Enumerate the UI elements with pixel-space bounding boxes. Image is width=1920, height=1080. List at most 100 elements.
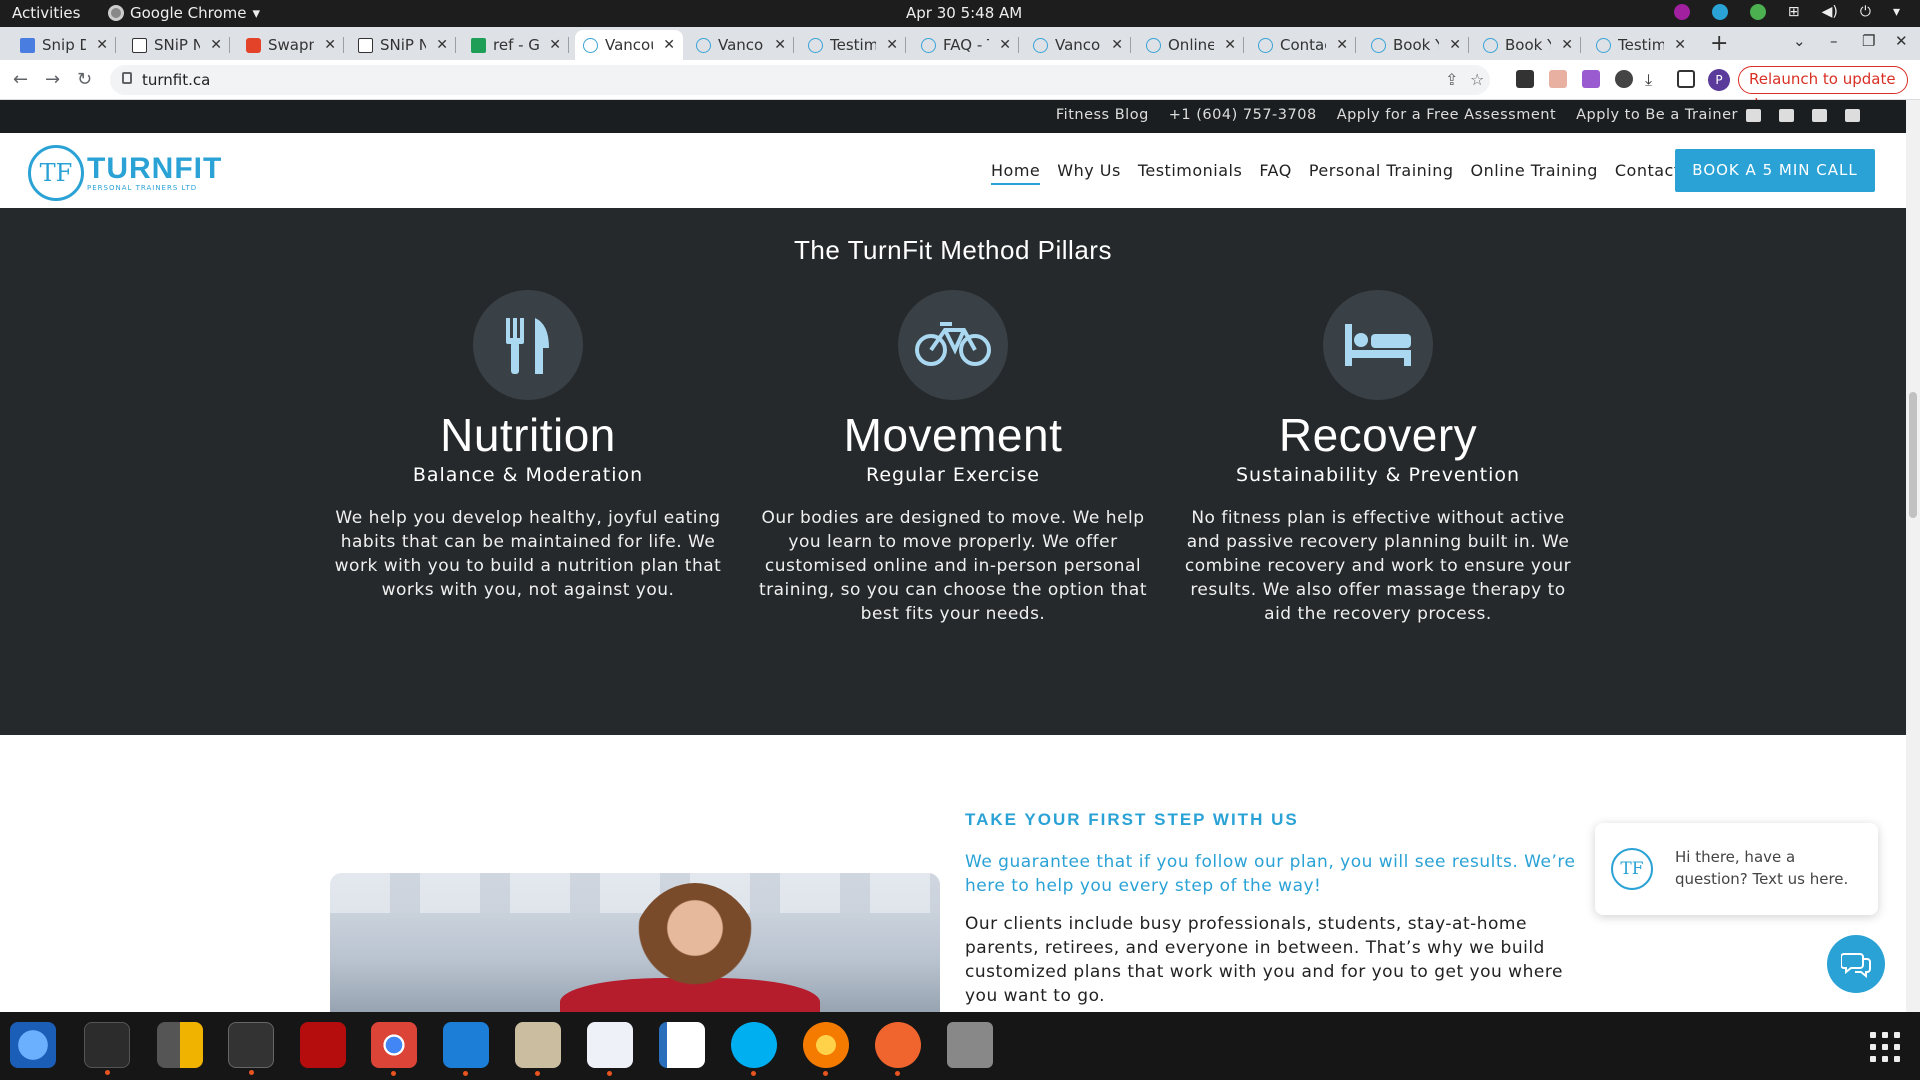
close-icon[interactable]: ✕ (1561, 37, 1573, 53)
nav-online-training[interactable]: Online Training (1471, 161, 1598, 185)
tab[interactable]: SNiP N ✕ (124, 30, 230, 60)
tab[interactable]: ref - Go ✕ (463, 30, 569, 60)
lock-icon[interactable] (122, 72, 132, 84)
check-icon[interactable] (1749, 4, 1766, 20)
disk-icon[interactable] (947, 1022, 993, 1068)
skype-icon[interactable] (731, 1022, 777, 1076)
app-menu[interactable]: Google Chrome ▾ (108, 4, 260, 22)
chat-prompt-bubble[interactable]: TF Hi there, have a question? Text us he… (1595, 823, 1878, 915)
close-icon[interactable]: ✕ (886, 37, 898, 53)
side-panel-icon[interactable] (1677, 70, 1695, 88)
volume-icon[interactable]: ◀) (1822, 4, 1838, 20)
sync-icon[interactable] (1711, 4, 1728, 20)
activities-button[interactable]: Activities (12, 4, 80, 22)
youtube-icon[interactable] (1812, 109, 1827, 122)
nav-why-us[interactable]: Why Us (1057, 161, 1121, 185)
nav-contact[interactable]: Contact (1615, 161, 1681, 185)
reload-icon[interactable]: ↻ (77, 69, 92, 90)
close-icon[interactable]: ✕ (1674, 37, 1686, 53)
chat-launcher-button[interactable] (1827, 935, 1885, 993)
download-icon[interactable]: ⤓ (1645, 70, 1663, 89)
clock[interactable]: Apr 30 5:48 AM (906, 4, 1022, 22)
free-assessment-link[interactable]: Apply for a Free Assessment (1337, 107, 1556, 123)
calculator-icon[interactable] (157, 1022, 203, 1068)
tab[interactable]: Swapn ✕ (238, 30, 344, 60)
power-icon[interactable]: ⏻ (1860, 4, 1871, 20)
tab[interactable]: Snip De ✕ (12, 30, 116, 60)
tab[interactable]: Vancou ✕ (1025, 30, 1131, 60)
share-icon[interactable]: ⇪ (1445, 70, 1458, 89)
book-call-button[interactable]: BOOK A 5 MIN CALL (1675, 149, 1875, 192)
tab[interactable]: Online ✕ (1138, 30, 1244, 60)
calendar-extension-icon[interactable] (1549, 70, 1567, 88)
tab[interactable]: Book Y ✕ (1475, 30, 1581, 60)
show-apps-icon[interactable] (1870, 1032, 1900, 1062)
vscode-icon[interactable] (443, 1022, 489, 1076)
blender-icon[interactable] (803, 1022, 849, 1076)
text-editor-icon[interactable] (587, 1022, 633, 1076)
bookmark-star-icon[interactable]: ☆ (1470, 70, 1484, 89)
url-text[interactable]: turnfit.ca (142, 71, 210, 89)
nav-faq[interactable]: FAQ (1259, 161, 1292, 185)
apply-trainer-link[interactable]: Apply to Be a Trainer (1576, 107, 1738, 123)
inkscape-icon[interactable] (875, 1022, 921, 1076)
pen-extension-icon[interactable] (1582, 70, 1600, 88)
fitness-blog-link[interactable]: Fitness Blog (1056, 107, 1149, 123)
close-icon[interactable]: ✕ (1224, 37, 1236, 53)
tab-label: Book Y (1505, 36, 1552, 54)
restore-icon[interactable]: ❐ (1862, 32, 1875, 50)
instagram-icon[interactable] (1845, 109, 1860, 122)
eyedropper-extension-icon[interactable] (1516, 70, 1534, 88)
address-bar[interactable]: turnfit.ca ⇪ ☆ (110, 65, 1490, 95)
close-icon[interactable]: ✕ (549, 37, 561, 53)
scrollbar-thumb[interactable] (1909, 392, 1917, 518)
tab[interactable]: Testim ✕ (1588, 30, 1694, 60)
tab[interactable]: Contac ✕ (1250, 30, 1356, 60)
twitter-icon[interactable] (1746, 109, 1761, 122)
thunderbird-icon[interactable] (10, 1022, 56, 1068)
chrome-icon[interactable] (371, 1022, 417, 1076)
libreoffice-writer-icon[interactable] (659, 1022, 705, 1068)
tab[interactable]: Book Y ✕ (1363, 30, 1469, 60)
tab[interactable]: Testim ✕ (800, 30, 906, 60)
close-icon[interactable]: ✕ (96, 37, 108, 53)
tab-label: Online (1168, 36, 1215, 54)
close-icon[interactable]: ✕ (1336, 37, 1348, 53)
tab-search-icon[interactable]: ⌄ (1793, 32, 1806, 50)
close-icon[interactable]: ✕ (999, 37, 1011, 53)
app-indicator-icon[interactable] (1673, 4, 1690, 20)
filezilla-icon[interactable] (300, 1022, 346, 1068)
chevron-down-icon[interactable]: ▾ (1893, 4, 1900, 20)
close-icon[interactable]: ✕ (210, 37, 222, 53)
close-icon[interactable]: ✕ (663, 37, 675, 53)
nav-testimonials[interactable]: Testimonials (1138, 161, 1243, 185)
close-window-icon[interactable]: ✕ (1895, 32, 1908, 50)
tab[interactable]: SNiP N ✕ (350, 30, 456, 60)
files-icon[interactable] (515, 1022, 561, 1076)
back-icon[interactable]: ← (13, 69, 28, 90)
tab[interactable]: Vancou ✕ (688, 30, 794, 60)
tab[interactable]: FAQ - T ✕ (913, 30, 1019, 60)
tab-active[interactable]: Vancou ✕ (575, 30, 683, 60)
phone-link[interactable]: +1 (604) 757-3708 (1169, 107, 1317, 123)
nav-personal-training[interactable]: Personal Training (1309, 161, 1454, 185)
minimize-icon[interactable]: – (1830, 32, 1838, 50)
profile-avatar[interactable]: P (1708, 69, 1730, 91)
system-monitor-icon[interactable] (228, 1022, 274, 1075)
close-icon[interactable]: ✕ (774, 37, 786, 53)
forward-icon[interactable]: → (45, 69, 60, 90)
system-tray[interactable]: ⊞ ◀) ⏻ ▾ (1673, 4, 1900, 20)
close-icon[interactable]: ✕ (1111, 37, 1123, 53)
close-icon[interactable]: ✕ (1449, 37, 1461, 53)
site-logo[interactable]: TF TURNFIT PERSONAL TRAINERS LTD (28, 145, 222, 201)
page-scrollbar[interactable] (1906, 100, 1920, 1012)
extensions-puzzle-icon[interactable] (1615, 70, 1633, 88)
close-icon[interactable]: ✕ (436, 37, 448, 53)
nav-home[interactable]: Home (991, 161, 1041, 185)
facebook-icon[interactable] (1779, 109, 1794, 122)
network-icon[interactable]: ⊞ (1788, 4, 1800, 20)
relaunch-button[interactable]: Relaunch to update ⋮ (1738, 66, 1908, 113)
new-tab-button[interactable]: + (1710, 31, 1728, 56)
close-icon[interactable]: ✕ (324, 37, 336, 53)
terminal-icon[interactable] (84, 1022, 130, 1075)
